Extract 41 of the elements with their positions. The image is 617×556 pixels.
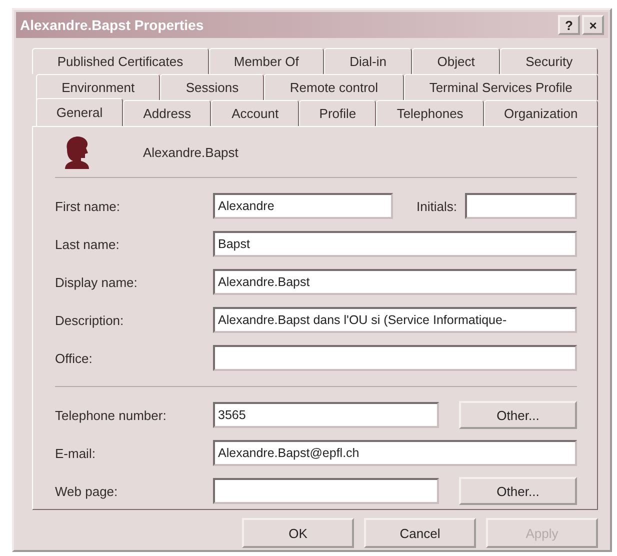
input-field[interactable]: Alexandre.Bapst bbox=[213, 269, 577, 295]
tab[interactable]: Organization bbox=[484, 100, 598, 126]
tab[interactable]: Member Of bbox=[208, 48, 324, 74]
input-field[interactable]: 3565 bbox=[213, 402, 439, 428]
tab[interactable]: Environment bbox=[36, 74, 160, 100]
tab[interactable]: Remote control bbox=[264, 74, 404, 100]
dialog-button[interactable]: Cancel bbox=[364, 518, 476, 548]
tab[interactable]: Account bbox=[211, 100, 299, 126]
help-button[interactable]: ? bbox=[558, 15, 580, 35]
field-label: Description: bbox=[55, 312, 125, 328]
input-field[interactable] bbox=[213, 345, 577, 371]
tab[interactable]: Object bbox=[412, 48, 500, 74]
window-title: Alexandre.Bapst Properties bbox=[20, 17, 205, 33]
close-button[interactable]: × bbox=[582, 15, 604, 35]
input-field[interactable]: Alexandre bbox=[213, 193, 393, 219]
tab[interactable]: Telephones bbox=[376, 100, 484, 126]
field-label: First name: bbox=[55, 198, 122, 214]
input-field[interactable]: Alexandre.Bapst@epfl.ch bbox=[213, 440, 577, 466]
field-label: Office: bbox=[55, 350, 94, 366]
input-field[interactable]: Alexandre.Bapst dans l'OU si (Service Informatique- bbox=[213, 307, 577, 333]
tab[interactable]: Address bbox=[122, 100, 212, 126]
tab[interactable]: Published Certificates bbox=[32, 48, 208, 74]
input-field[interactable] bbox=[213, 478, 439, 504]
input-field[interactable] bbox=[465, 193, 577, 219]
tab[interactable]: Sessions bbox=[160, 74, 264, 100]
field-label: Initials: bbox=[416, 198, 457, 214]
other-button[interactable]: Other... bbox=[459, 401, 577, 429]
tab[interactable]: Terminal Services Profile bbox=[404, 74, 598, 100]
field-label: Display name: bbox=[55, 274, 138, 290]
tab[interactable]: Profile bbox=[298, 100, 376, 126]
tab[interactable]: Dial-in bbox=[324, 48, 412, 74]
field-label: Telephone number: bbox=[55, 408, 168, 422]
field-label: E-mail: bbox=[55, 446, 96, 460]
tab[interactable]: General bbox=[36, 98, 123, 126]
input-field[interactable]: Bapst bbox=[213, 231, 577, 257]
other-button[interactable]: Other... bbox=[459, 477, 577, 505]
field-label: Last name: bbox=[55, 236, 120, 252]
dialog-button[interactable]: OK bbox=[242, 518, 354, 548]
user-name: Alexandre.Bapst bbox=[143, 144, 238, 160]
tab[interactable]: Security bbox=[500, 48, 598, 74]
field-label: Web page: bbox=[55, 484, 119, 498]
